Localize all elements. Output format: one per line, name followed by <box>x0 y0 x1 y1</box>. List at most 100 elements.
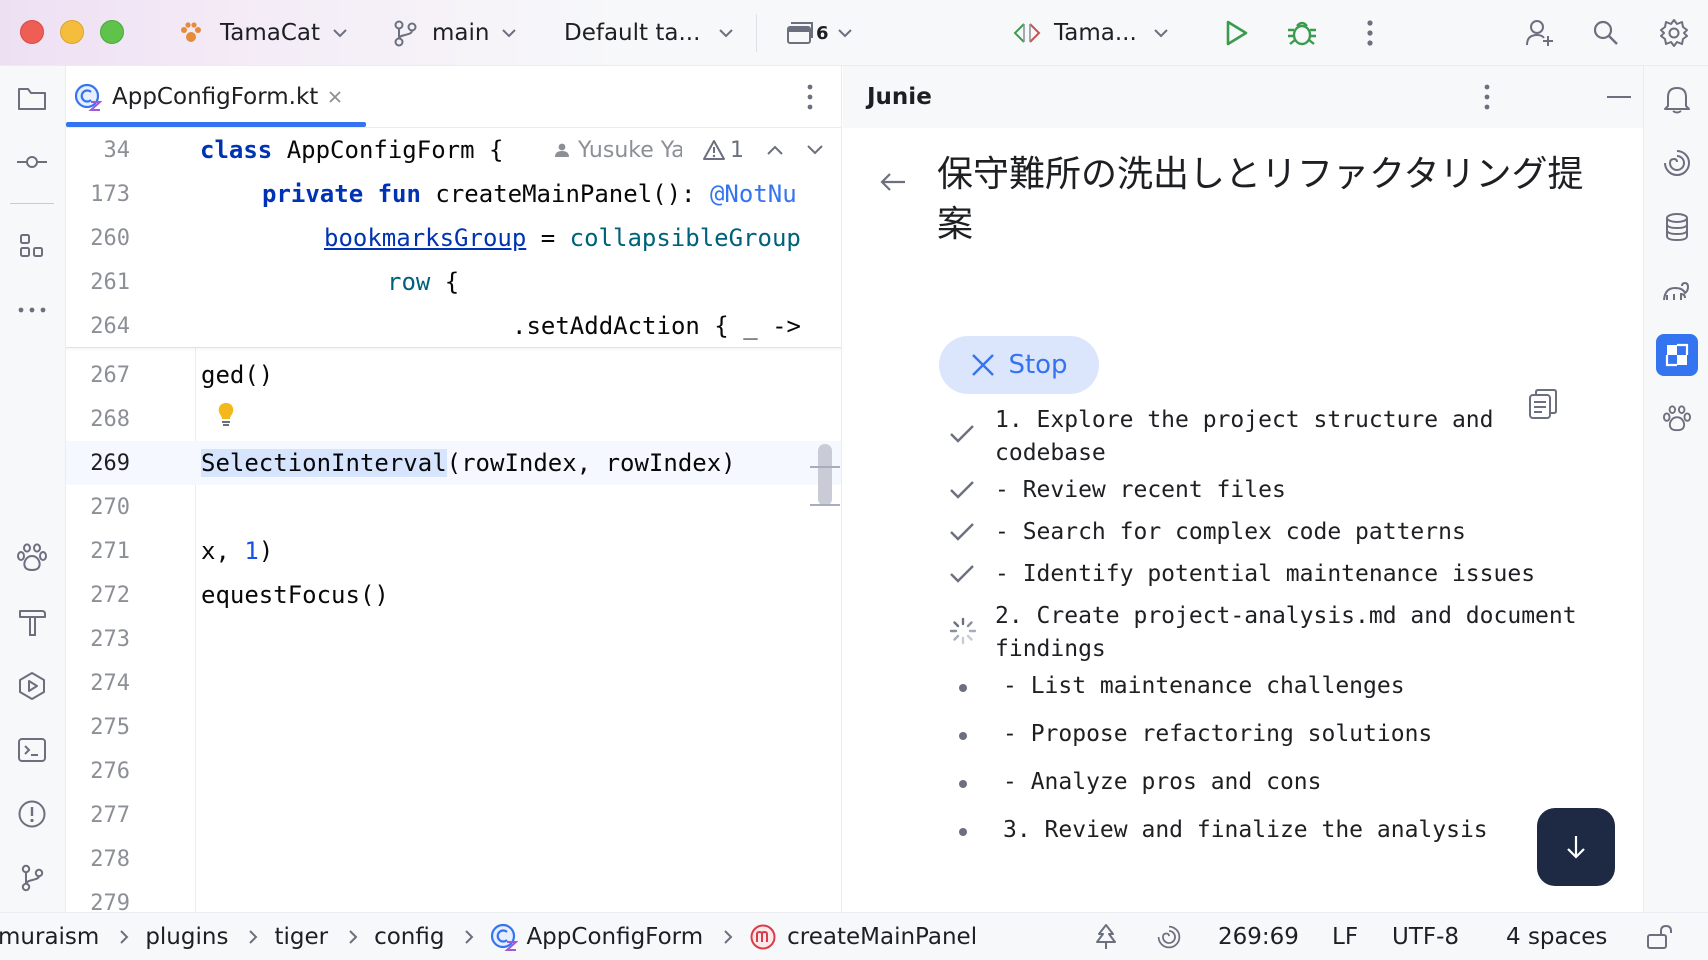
notifications-button[interactable] <box>1656 78 1698 120</box>
sticky-lines-panel: 34 class AppConfigForm { Yusuke Ya 1 173… <box>66 128 841 348</box>
chevron-down-icon[interactable] <box>806 144 824 156</box>
breadcrumb-item[interactable]: createMainPanel <box>787 924 977 950</box>
code-row[interactable]: 275 <box>66 705 841 749</box>
code-row[interactable]: 274 <box>66 661 841 705</box>
close-tab-icon[interactable] <box>328 90 342 104</box>
check-icon <box>950 565 974 583</box>
window-close-button[interactable] <box>20 20 44 44</box>
run-button[interactable] <box>1216 13 1256 53</box>
editor-tab-appconfigform[interactable]: AppConfigForm.kt <box>74 66 342 128</box>
tamacat-panel-button[interactable] <box>1656 398 1698 440</box>
code-row[interactable]: 270 <box>66 485 841 529</box>
code-row[interactable]: 267 ged() <box>66 353 841 397</box>
editor-tabs-menu-button[interactable] <box>790 77 830 117</box>
code-line: .setAddAction { _ -> <box>512 312 801 340</box>
line-ending[interactable]: LF <box>1332 913 1358 960</box>
inline-author-hint[interactable]: Yusuke Ya <box>554 138 682 163</box>
project-tool-button[interactable] <box>12 78 52 118</box>
ai-assistant-button[interactable] <box>1656 142 1698 184</box>
task-title: 保守難所の洗出しとリファクタリング提案 <box>937 154 1584 245</box>
search-everywhere-button[interactable] <box>1586 13 1626 53</box>
commit-icon <box>17 156 47 168</box>
breadcrumb-item[interactable]: tiger <box>274 924 328 950</box>
code-row[interactable]: 268 <box>66 397 841 441</box>
sticky-line[interactable]: 173 private fun createMainPanel(): @NotN… <box>66 172 841 216</box>
build-tool-button[interactable] <box>12 602 52 642</box>
sticky-line[interactable]: 34 class AppConfigForm { Yusuke Ya 1 <box>66 128 841 172</box>
sticky-line[interactable]: 264 .setAddAction { _ -> <box>66 304 841 348</box>
line-number: 270 <box>90 494 130 520</box>
services-tool-button[interactable] <box>12 666 52 706</box>
editor-scrollbar-thumb[interactable] <box>818 444 832 506</box>
code-row[interactable]: 271 x, 1) <box>66 529 841 573</box>
warnings-indicator[interactable]: 1 <box>702 138 744 163</box>
code-row[interactable]: 277 <box>66 793 841 837</box>
caret-position[interactable]: 269:69 <box>1218 913 1299 960</box>
sticky-line[interactable]: 260 bookmarksGroup = collapsibleGroup <box>66 216 841 260</box>
plan-step-text: - List maintenance challenges <box>1003 673 1405 699</box>
settings-button[interactable] <box>1654 13 1694 53</box>
left-tool-window-bar <box>0 66 66 912</box>
project-selector[interactable]: TamaCat <box>178 0 348 66</box>
file-encoding[interactable]: UTF-8 <box>1392 913 1459 960</box>
warning-count: 1 <box>730 137 744 163</box>
code-with-me-button[interactable] <box>1520 13 1560 53</box>
breadcrumb-item[interactable]: plugins <box>145 924 228 950</box>
breadcrumb-item[interactable]: muraism <box>0 924 99 950</box>
debug-button[interactable] <box>1282 13 1322 53</box>
check-icon <box>950 523 974 541</box>
junie-button-active[interactable] <box>1656 334 1698 376</box>
window-maximize-button[interactable] <box>100 20 124 44</box>
inline-author-name: Yusuke Ya <box>578 137 682 163</box>
gradle-button[interactable] <box>1656 270 1698 312</box>
line-number: 260 <box>90 225 130 251</box>
ai-assistant-icon <box>1157 925 1181 949</box>
changes-selector[interactable]: 6 <box>786 0 853 66</box>
structure-icon <box>20 234 43 257</box>
line-number: 279 <box>90 890 130 913</box>
tamacat-tool-button[interactable] <box>12 538 52 578</box>
code-row[interactable]: 273 <box>66 617 841 661</box>
sticky-line[interactable]: 261 row { <box>66 260 841 304</box>
project-name: TamaCat <box>220 20 321 46</box>
code-row[interactable]: 279 <box>66 881 841 913</box>
problems-icon <box>18 800 46 828</box>
branch-selector[interactable]: main <box>392 0 517 66</box>
database-button[interactable] <box>1656 206 1698 248</box>
git-tool-button[interactable] <box>12 858 52 898</box>
plan-step-pending: - List maintenance challenges <box>949 670 1589 703</box>
title-bar: TamaCat main Default ta... 6 Tama... <box>0 0 1708 66</box>
more-actions-button[interactable] <box>1350 13 1390 53</box>
chevron-up-icon[interactable] <box>766 144 784 156</box>
task-selector[interactable]: Default ta... <box>564 0 734 66</box>
run-icon <box>1226 20 1248 46</box>
junie-options-button[interactable] <box>1467 77 1507 117</box>
code-line: class AppConfigForm { <box>200 136 504 164</box>
read-only-toggle[interactable] <box>1646 913 1674 960</box>
stop-button-label: Stop <box>1008 350 1068 380</box>
code-row[interactable]: 278 <box>66 837 841 881</box>
vcs-widget[interactable] <box>1094 913 1118 960</box>
breadcrumb-item[interactable]: config <box>374 924 444 950</box>
structure-tool-button[interactable] <box>12 226 52 266</box>
minimize-icon <box>1607 96 1631 98</box>
code-row[interactable]: 272 equestFocus() <box>66 573 841 617</box>
run-config-selector[interactable]: Tama... <box>1012 0 1169 66</box>
problems-tool-button[interactable] <box>12 794 52 834</box>
breadcrumb-item[interactable]: AppConfigForm <box>526 924 703 950</box>
commit-tool-button[interactable] <box>12 142 52 182</box>
lightbulb-icon[interactable] <box>216 401 236 431</box>
code-row[interactable]: 276 <box>66 749 841 793</box>
ai-status-widget[interactable] <box>1156 913 1182 960</box>
back-button[interactable] <box>873 162 913 202</box>
bell-icon <box>1664 87 1690 114</box>
junie-minimize-button[interactable] <box>1599 77 1639 117</box>
chevron-right-icon <box>465 930 474 944</box>
stop-button[interactable]: Stop <box>939 336 1099 394</box>
indent-setting[interactable]: 4 spaces <box>1506 913 1607 960</box>
window-minimize-button[interactable] <box>60 20 84 44</box>
more-tools-button[interactable] <box>12 290 52 330</box>
scroll-to-bottom-button[interactable] <box>1537 808 1615 886</box>
code-row-current[interactable]: 269 SelectionInterval(rowIndex, rowIndex… <box>66 441 841 485</box>
terminal-tool-button[interactable] <box>12 730 52 770</box>
